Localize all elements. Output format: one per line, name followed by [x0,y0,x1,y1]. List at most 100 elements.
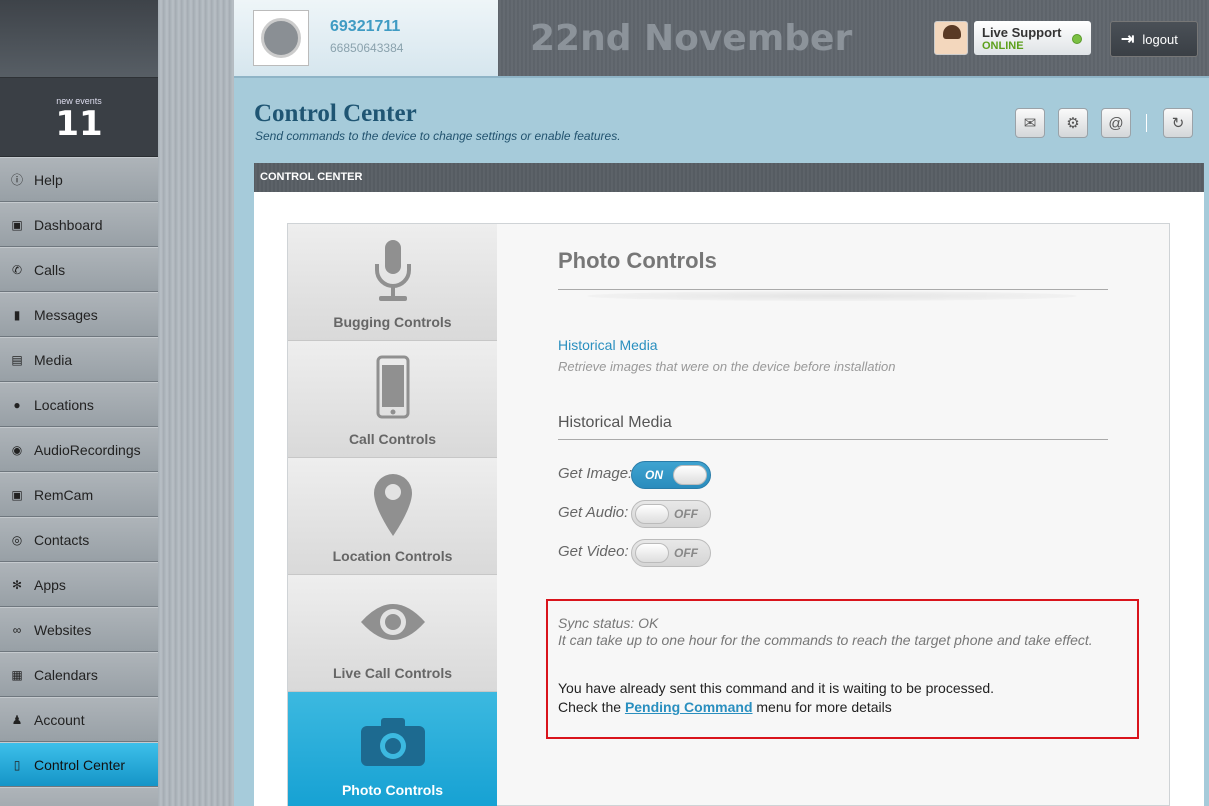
message-icon: ▮ [13,307,21,322]
tab-label: Call Controls [348,431,437,447]
events-count: 11 [55,104,103,144]
live-support-button[interactable]: Live Support ONLINE [934,21,1094,57]
sidebar: new events 11 ⓘ Help ▣ Dashboard ✆ Calls… [0,0,158,806]
sidebar-item-websites[interactable]: ∞ Websites [0,607,158,652]
support-status: ONLINE [982,40,1024,52]
info-icon: ⓘ [10,173,23,187]
sidebar-item-contacts[interactable]: ◎ Contacts [0,517,158,562]
at-icon: @ [1108,114,1124,132]
support-agent-avatar [934,21,968,55]
section-divider [558,289,1108,290]
sidebar-item-label: Calendars [34,666,98,683]
toggle-knob [635,504,669,524]
toggle-knob [673,465,707,485]
tab-location-controls[interactable]: Location Controls [288,458,497,575]
pin-icon: ● [13,397,21,412]
sidebar-item-more[interactable] [0,787,158,806]
refresh-icon: ↻ [1171,115,1185,132]
microphone-icon [374,240,411,301]
historical-media-description: Retrieve images that were on the device … [558,359,896,374]
sidebar-item-label: Messages [34,306,98,323]
logout-button[interactable]: ⇥ logout [1110,21,1198,57]
logout-icon: ⇥ [1121,31,1135,48]
sync-status-box: Sync status: OK It can take up to one ho… [546,599,1139,739]
header: 69321711 66850643384 22nd November Live … [234,0,1209,78]
sidebar-item-label: RemCam [34,486,94,503]
current-date: 22nd November [530,18,853,59]
sidebar-item-control-center[interactable]: ▯ Control Center [0,742,158,787]
sidebar-top [0,0,158,78]
device-card[interactable]: 69321711 66850643384 [234,0,498,76]
tab-bugging-controls[interactable]: Bugging Controls [288,224,497,341]
support-title: Live Support [982,25,1062,40]
get-audio-toggle[interactable]: OFF [631,500,711,528]
new-events-counter[interactable]: new events 11 [0,78,158,157]
sidebar-item-label: Dashboard [34,216,103,233]
camera-icon: ▣ [11,217,23,232]
logout-label: logout [1142,31,1178,47]
tab-label: Bugging Controls [333,314,452,330]
device-name: 69321711 [330,18,401,35]
gear-icon: ⚙ [1066,115,1080,132]
phone-icon [376,355,409,419]
refresh-button[interactable]: ↻ [1163,108,1193,138]
tab-photo-controls[interactable]: Photo Controls [288,692,497,806]
user-icon: ♟ [11,712,23,727]
pending-command-link[interactable]: Pending Command [625,699,753,715]
historical-media-title: Historical Media [558,414,672,431]
tab-call-controls[interactable]: Call Controls [288,341,497,458]
historical-media-link[interactable]: Historical Media [558,337,658,353]
sidebar-item-label: Websites [34,621,92,638]
get-video-label: Get Video: [558,543,629,560]
sidebar-item-calls[interactable]: ✆ Calls [0,247,158,292]
mail-button[interactable]: ✉ [1015,108,1045,138]
toggle-knob [635,543,669,563]
details-prefix: Check the [558,699,625,715]
section-shadow [587,291,1077,301]
sidebar-item-label: Contacts [34,531,90,548]
page-subtitle: Send commands to the device to change se… [255,129,621,143]
sidebar-item-remcam[interactable]: ▣ RemCam [0,472,158,517]
location-pin-icon [373,474,412,536]
sidebar-item-dashboard[interactable]: ▣ Dashboard [0,202,158,247]
get-image-toggle[interactable]: ON [631,461,711,489]
get-image-label: Get Image: [558,465,633,482]
tab-label: Live Call Controls [332,665,453,681]
toggle-state: OFF [674,507,698,521]
historical-media-divider [558,439,1108,440]
link-icon: ∞ [12,622,22,637]
sidebar-item-label: Help [34,171,63,188]
sidebar-item-help[interactable]: ⓘ Help [0,157,158,202]
sidebar-item-label: Control Center [34,756,126,773]
tablet-icon: ▯ [13,757,21,772]
mail-icon: ✉ [1023,115,1037,132]
panel-header: CONTROL CENTER [254,163,1204,192]
pending-message-details: Check the Pending Command menu for more … [558,699,1127,715]
sidebar-item-label: Account [34,711,85,728]
control-tabs: Bugging Controls Call Controls Location … [287,223,497,806]
sidebar-item-apps[interactable]: ✻ Apps [0,562,158,607]
tab-live-call-controls[interactable]: Live Call Controls [288,575,497,692]
eye-icon [360,604,425,640]
online-status-icon [1072,34,1082,44]
sidebar-item-label: Calls [34,261,66,278]
sync-note: It can take up to one hour for the comma… [558,632,1093,648]
at-button[interactable]: @ [1101,108,1131,138]
sidebar-item-media[interactable]: ▤ Media [0,337,158,382]
sidebar-item-account[interactable]: ♟ Account [0,697,158,742]
get-audio-label: Get Audio: [558,504,629,521]
avatar [253,10,309,66]
settings-button[interactable]: ⚙ [1058,108,1088,138]
sidebar-item-audiorecordings[interactable]: ◉ AudioRecordings [0,427,158,472]
control-panel: Bugging Controls Call Controls Location … [254,192,1204,806]
pending-message: You have already sent this command and i… [558,680,995,696]
sidebar-item-locations[interactable]: ● Locations [0,382,158,427]
content-area: Control Center Send commands to the devi… [234,78,1209,806]
device-number: 66850643384 [330,41,404,55]
sidebar-item-messages[interactable]: ▮ Messages [0,292,158,337]
details-suffix: menu for more details [752,699,892,715]
sidebar-item-calendars[interactable]: ▦ Calendars [0,652,158,697]
camera-icon [360,718,425,766]
get-video-toggle[interactable]: OFF [631,539,711,567]
image-icon: ▤ [11,352,23,367]
